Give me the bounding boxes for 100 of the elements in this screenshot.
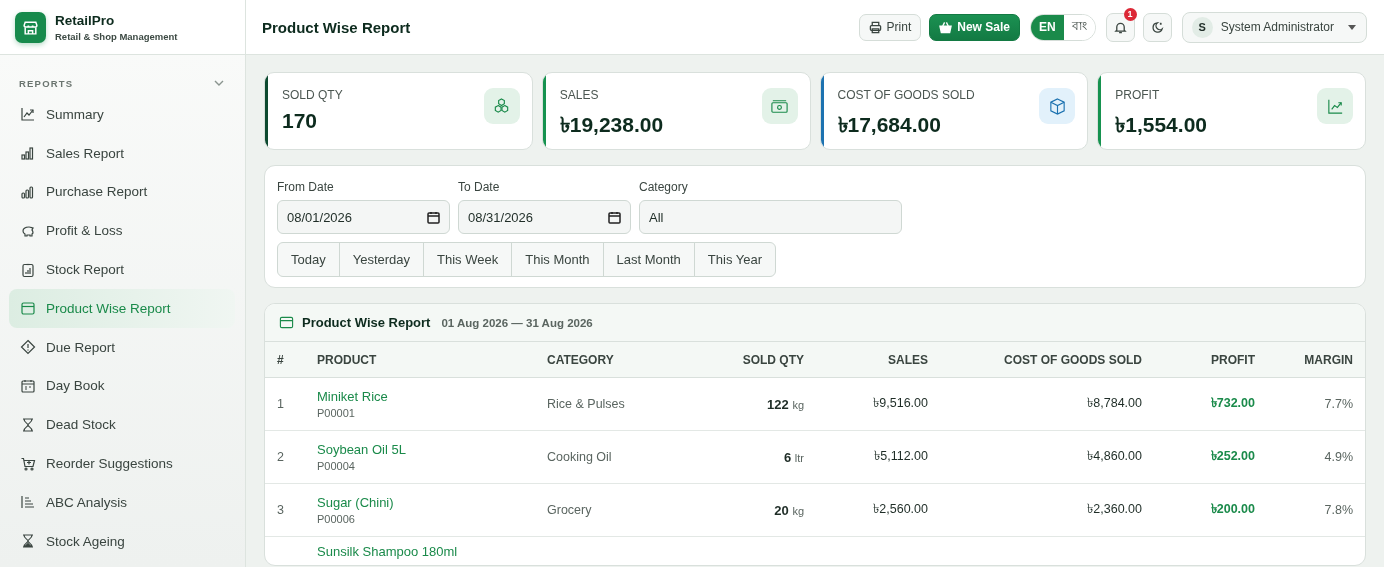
sorted-list-icon <box>20 494 36 511</box>
product-link[interactable]: Sugar (Chini) <box>317 495 523 510</box>
product-code: P00004 <box>317 460 356 472</box>
table-cell-text: Rice & Pulses <box>547 397 626 411</box>
language-option[interactable]: EN <box>1030 14 1064 40</box>
product-link[interactable]: Miniket Rice <box>317 389 523 404</box>
date-range: 01 Aug 2026 — 31 Aug 2026 <box>441 316 593 329</box>
notification-badge: 1 <box>1123 7 1137 21</box>
trend-chart-icon <box>20 106 36 123</box>
clipboard-chart-icon <box>20 261 36 278</box>
table-cell-text: ৳2,560.00 <box>873 501 928 518</box>
basket-icon <box>939 20 953 34</box>
warning-diamond-icon <box>20 339 36 356</box>
column-header: PRODUCT <box>305 342 535 378</box>
range-button[interactable]: This Year <box>693 242 777 277</box>
field-label: To Date <box>458 180 501 194</box>
table-cell-text: ৳8,784.00 <box>1087 395 1142 412</box>
sidebar-item[interactable]: Profit & Loss <box>9 211 235 251</box>
moon-icon <box>1150 20 1164 34</box>
calendar-icon <box>20 377 36 394</box>
column-header: SALES <box>816 342 940 378</box>
column-header: COST OF GOODS SOLD <box>940 342 1154 378</box>
hourglass-icon <box>20 533 36 550</box>
bell-icon <box>1113 20 1127 34</box>
page-title: Product Wise Report <box>262 18 412 36</box>
column-header: PROFIT <box>1154 342 1267 378</box>
table-cell-text: ৳2,360.00 <box>1087 501 1142 518</box>
bar-chart-icon <box>20 184 36 200</box>
calendar-icon[interactable] <box>608 211 621 224</box>
quantity-cell: 122 kg <box>767 396 804 412</box>
profit-cell-text: ৳252.00 <box>1210 448 1255 465</box>
hourglass-icon <box>20 416 36 433</box>
stat-value: ৳19,238.00 <box>559 112 664 138</box>
sidebar-item[interactable]: Product Wise Report <box>9 289 235 328</box>
stat-label: COST OF GOODS SOLD <box>837 88 975 102</box>
sidebar-item[interactable]: Sales Report <box>9 133 235 173</box>
row-number: 2 <box>277 450 285 464</box>
box-icon <box>1047 96 1067 116</box>
product-code: P00006 <box>317 513 356 525</box>
table-cell-text: ৳4,860.00 <box>1087 448 1142 465</box>
new-sale-button[interactable]: New Sale <box>929 13 1020 41</box>
avatar: S <box>1191 16 1213 38</box>
column-header: SOLD QTY <box>701 342 816 378</box>
product-link[interactable]: Sunsilk Shampoo 180ml <box>317 544 523 559</box>
sidebar-item[interactable]: Dead Stock <box>9 405 235 445</box>
profit-cell-text: ৳732.00 <box>1210 395 1255 412</box>
section-label: REPORTS <box>19 77 74 89</box>
calendar-icon[interactable] <box>427 211 440 224</box>
app-name: RetailPro <box>55 12 116 28</box>
profit-cell-text: ৳200.00 <box>1210 501 1255 518</box>
stat-label: SALES <box>559 88 600 102</box>
table-cell-text: Grocery <box>547 503 593 517</box>
sidebar-item[interactable]: Reorder Suggestions <box>9 444 235 483</box>
cart-plus-icon <box>20 455 36 472</box>
column-header: CATEGORY <box>535 342 701 378</box>
quantity-cell: 20 kg <box>774 502 804 518</box>
dark-mode-button[interactable] <box>1142 12 1172 42</box>
table-cell-text: ৳9,516.00 <box>873 395 928 412</box>
range-button[interactable]: This Month <box>511 242 604 277</box>
report-title: Product Wise Report <box>302 315 431 330</box>
stat-value: ৳1,554.00 <box>1115 112 1207 138</box>
stat-value: ৳17,684.00 <box>837 112 942 138</box>
product-link[interactable]: Soybean Oil 5L <box>317 442 523 457</box>
product-code: P00001 <box>317 407 356 419</box>
column-header: MARGIN <box>1267 342 1365 378</box>
sidebar-item[interactable]: ABC Analysis <box>9 482 235 522</box>
range-button[interactable]: Last Month <box>602 242 695 277</box>
box-icon <box>20 300 36 317</box>
sidebar-item[interactable]: Summary <box>9 95 235 134</box>
table-cell: 7.8% <box>1324 503 1353 517</box>
column-header: # <box>265 342 305 378</box>
sidebar-item[interactable]: Stock Ageing <box>9 521 235 561</box>
range-button[interactable]: Today <box>277 242 340 277</box>
stat-value: 170 <box>282 109 319 133</box>
table-cell: 4.9% <box>1324 450 1353 464</box>
row-number: 1 <box>277 397 285 411</box>
store-logo-icon <box>15 11 46 43</box>
table-cell-text: Cooking Oil <box>547 450 613 464</box>
quantity-cell: 6 ltr <box>783 449 804 465</box>
table-cell: 7.7% <box>1324 397 1353 411</box>
row-number: 3 <box>277 503 285 517</box>
range-button[interactable]: This Week <box>423 242 513 277</box>
field-label: Category <box>639 180 689 194</box>
stat-label: PROFIT <box>1115 88 1161 102</box>
table-cell-text: ৳5,112.00 <box>874 448 928 465</box>
user-menu[interactable]: S System Administrator <box>1181 11 1367 43</box>
stat-label: SOLD QTY <box>282 88 343 102</box>
print-button[interactable]: Print <box>858 13 922 41</box>
user-name: System Administrator <box>1220 20 1334 34</box>
sidebar-item[interactable]: Due Report <box>9 327 235 367</box>
range-button[interactable]: Yesterday <box>338 242 425 277</box>
sidebar-item[interactable]: Stock Report <box>9 250 235 289</box>
box-icon <box>279 315 294 330</box>
caret-icon <box>1348 24 1356 30</box>
sidebar-item[interactable]: Purchase Report <box>9 172 235 212</box>
app-subtitle: Retail & Shop Management <box>55 30 178 42</box>
sidebar-item[interactable]: Day Book <box>9 366 235 406</box>
bar-chart-icon <box>20 145 36 162</box>
field-label: From Date <box>277 180 335 194</box>
printer-icon <box>868 20 882 34</box>
